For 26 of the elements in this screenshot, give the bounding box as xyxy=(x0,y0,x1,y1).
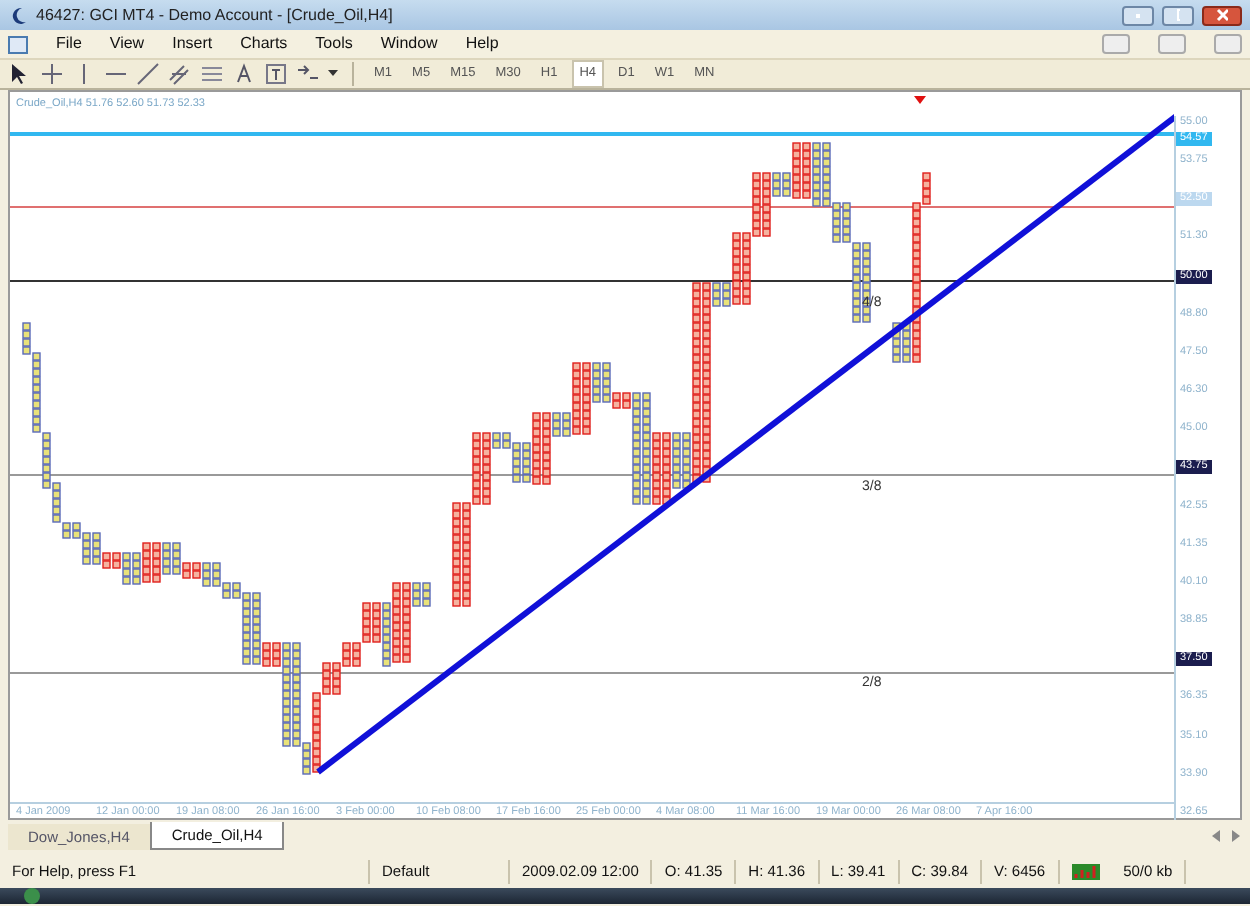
menu-item[interactable]: File xyxy=(56,32,82,56)
menu-item[interactable]: Charts xyxy=(240,32,288,56)
crosshair-icon[interactable] xyxy=(40,62,64,86)
text-icon[interactable] xyxy=(232,62,256,86)
scroll-right-icon[interactable] xyxy=(1230,830,1242,842)
minimize-icon xyxy=(1136,12,1140,18)
minimize-button[interactable] xyxy=(1122,5,1154,25)
fibonacci-icon[interactable] xyxy=(200,62,224,86)
menu-item[interactable]: View xyxy=(109,32,145,56)
app-icon xyxy=(8,5,28,25)
menu-item[interactable]: Window xyxy=(380,32,438,56)
chart-doc-icon xyxy=(8,35,28,53)
caret-icon[interactable] xyxy=(328,70,338,78)
start-icon[interactable] xyxy=(24,888,40,904)
close-icon xyxy=(1216,8,1228,22)
label-icon[interactable] xyxy=(264,62,288,86)
marker-icon xyxy=(914,96,926,104)
connection-icon xyxy=(1071,864,1100,880)
menu-item[interactable]: Tools xyxy=(315,32,353,56)
trendline-icon[interactable] xyxy=(136,62,160,86)
scroll-left-icon[interactable] xyxy=(1210,830,1222,842)
menu-item[interactable]: Insert xyxy=(172,32,213,56)
close-button[interactable] xyxy=(1202,5,1242,25)
window-title: 46427: GCI MT4 - Demo Account - [Crude_Oil,H4] xyxy=(36,3,393,27)
menu-item[interactable]: Help xyxy=(465,32,499,56)
restore-button[interactable] xyxy=(1162,5,1194,25)
